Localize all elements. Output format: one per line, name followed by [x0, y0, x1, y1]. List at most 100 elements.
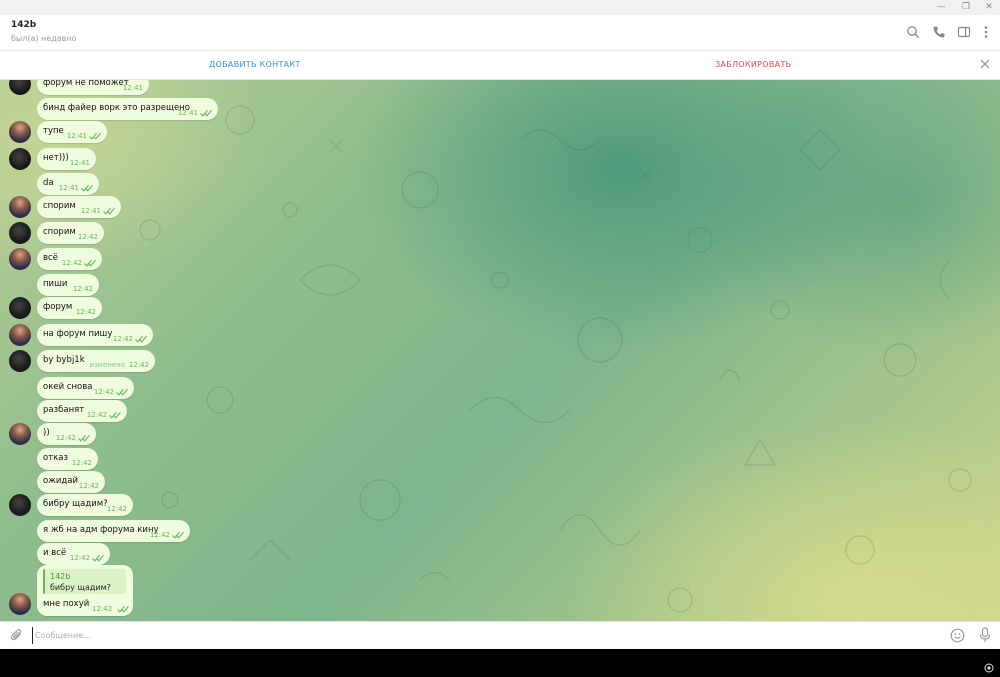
message-bubble[interactable]: )) 12:42 — [37, 423, 96, 445]
message-bubble[interactable]: отказ 12:42 — [37, 448, 98, 470]
chat-area[interactable]: форум не поможет 12:41 бинд файер ворк это… — [0, 80, 1000, 621]
avatar[interactable] — [9, 148, 31, 170]
chat-header: 142b был(а) недавно — [0, 15, 1000, 50]
message-time: 12:42 — [55, 434, 76, 442]
message-text: отказ — [43, 453, 69, 463]
message-text: бибру щадим? — [43, 499, 108, 509]
more-icon[interactable] — [979, 25, 993, 39]
message-time: 12:41 — [122, 84, 143, 92]
message-bubble[interactable]: ожидай 12:42 — [37, 471, 105, 493]
message-bubble[interactable]: окей снова 12:42 — [37, 377, 134, 399]
action-bar: ДОБАВИТЬ КОНТАКТ ЗАБЛОКИРОВАТЬ — [0, 50, 1000, 80]
avatar[interactable] — [9, 350, 31, 372]
search-icon[interactable] — [906, 25, 920, 39]
quote-author: 142b — [50, 572, 71, 581]
avatar[interactable] — [9, 222, 31, 244]
message-row: бибру щадим? 12:42 — [0, 493, 1000, 517]
message-row: на форум пишу 12:42 — [0, 323, 1000, 347]
message-bubble[interactable]: и всё 12:42 — [37, 543, 110, 565]
message-row: окей снова 12:42 — [0, 376, 1000, 400]
message-time: 12:42 — [61, 259, 82, 267]
message-time: 12:42 — [128, 361, 149, 369]
message-bubble[interactable]: на форум пишу 12:42 — [37, 324, 153, 346]
minimize-icon[interactable]: — — [930, 0, 952, 15]
compose-bar — [0, 621, 1000, 649]
message-text: разбанят — [43, 405, 85, 415]
emoji-icon[interactable] — [950, 628, 965, 643]
chat-title[interactable]: 142b — [11, 20, 36, 30]
chat-status: был(а) недавно — [11, 34, 77, 43]
message-bubble[interactable]: тупе 12:41 — [37, 121, 107, 143]
message-text: спорим — [43, 227, 76, 237]
message-text: на форум пишу — [43, 329, 113, 339]
message-text: нет))) — [43, 153, 69, 163]
phone-icon[interactable] — [932, 25, 946, 39]
tray-icon[interactable] — [984, 663, 994, 673]
attach-icon[interactable] — [10, 628, 24, 642]
message-row: отказ 12:42 — [0, 447, 1000, 471]
read-ticks-icon — [89, 132, 101, 140]
avatar[interactable] — [9, 248, 31, 270]
read-ticks-icon — [172, 531, 184, 539]
message-text: by bybj1k — [43, 355, 85, 365]
message-bubble[interactable]: спорим 12:41 — [37, 196, 121, 218]
message-bubble[interactable]: пиши 12:42 — [37, 274, 99, 296]
message-time: 12:42 — [92, 605, 113, 613]
message-text: спорим — [43, 201, 76, 211]
add-contact-button[interactable]: ДОБАВИТЬ КОНТАКТ — [209, 60, 301, 69]
close-window-icon[interactable]: ✕ — [978, 0, 1000, 15]
message-bubble[interactable]: форум не поможет 12:41 — [37, 80, 149, 95]
message-bubble[interactable]: нет))) 12:41 — [37, 148, 96, 170]
message-row: бинд файер ворк это разрещено 12:41 — [0, 97, 1000, 121]
message-row: тупе 12:41 — [0, 120, 1000, 144]
message-bubble[interactable]: da 12:41 — [37, 173, 99, 195]
message-text: бинд файер ворк это разрещено — [43, 103, 190, 113]
microphone-icon[interactable] — [978, 627, 992, 643]
message-input[interactable] — [32, 627, 932, 644]
read-ticks-icon — [117, 605, 129, 613]
message-time: 12:42 — [149, 531, 170, 539]
avatar[interactable] — [9, 593, 31, 615]
message-text: пиши — [43, 279, 68, 289]
message-bubble[interactable]: я жб на адм форума кину 12:42 — [37, 520, 190, 542]
message-row: спорим 12:42 — [0, 221, 1000, 245]
read-ticks-icon — [116, 388, 128, 396]
read-ticks-icon — [103, 207, 115, 215]
reply-message-bubble[interactable]: 142b бибру щадим? мне похуй 12:42 — [37, 565, 133, 616]
message-row: форум не поможет 12:41 — [0, 80, 1000, 96]
message-bubble[interactable]: бинд файер ворк это разрещено 12:41 — [37, 98, 218, 120]
message-bubble[interactable]: by bybj1k изменено 12:42 — [37, 350, 155, 372]
avatar[interactable] — [9, 297, 31, 319]
avatar[interactable] — [9, 324, 31, 346]
message-time: 12:41 — [58, 184, 79, 192]
message-row: ожидай 12:42 — [0, 470, 1000, 494]
close-icon[interactable] — [978, 57, 992, 71]
message-row: разбанят 12:42 — [0, 399, 1000, 423]
quoted-message[interactable]: 142b бибру щадим? — [43, 569, 126, 594]
read-ticks-icon — [92, 554, 104, 562]
avatar[interactable] — [9, 80, 31, 95]
avatar[interactable] — [9, 121, 31, 143]
message-row: )) 12:42 — [0, 422, 1000, 446]
message-text: я жб на адм форума кину — [43, 525, 159, 535]
message-time: 12:42 — [78, 482, 99, 490]
message-row: нет))) 12:41 — [0, 147, 1000, 171]
message-bubble[interactable]: бибру щадим? 12:42 — [37, 494, 133, 516]
block-button[interactable]: ЗАБЛОКИРОВАТЬ — [715, 60, 791, 69]
avatar[interactable] — [9, 423, 31, 445]
message-row: форум 12:42 — [0, 296, 1000, 320]
message-text: мне похуй — [43, 599, 90, 609]
message-row: всё 12:42 — [0, 247, 1000, 271]
avatar[interactable] — [9, 494, 31, 516]
restore-icon[interactable]: ❐ — [955, 0, 977, 15]
read-ticks-icon — [78, 434, 90, 442]
message-bubble[interactable]: разбанят 12:42 — [37, 400, 127, 422]
message-bubble[interactable]: спорим 12:42 — [37, 222, 104, 244]
message-time: 12:41 — [177, 109, 198, 117]
message-time: 12:42 — [86, 411, 107, 419]
sidebar-icon[interactable] — [957, 25, 971, 39]
avatar[interactable] — [9, 196, 31, 218]
message-bubble[interactable]: форум 12:42 — [37, 297, 102, 319]
message-bubble[interactable]: всё 12:42 — [37, 248, 102, 270]
message-row: da 12:41 — [0, 172, 1000, 196]
